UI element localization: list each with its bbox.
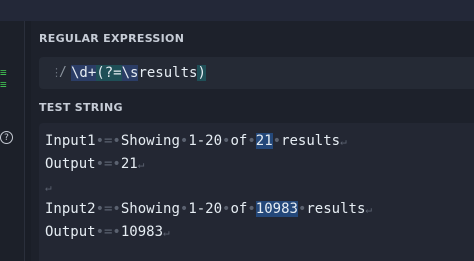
regex-token-digit: \d+ <box>71 65 97 81</box>
test-line: Output•=•10983↵ <box>45 224 170 240</box>
regex-token-lookahead-close: ) <box>197 65 206 81</box>
help-icon[interactable]: ? <box>0 131 13 144</box>
test-line: Output•=•21↵ <box>45 156 145 172</box>
test-line-empty: ↵ <box>45 181 52 194</box>
top-bar <box>0 0 474 21</box>
drag-handle-icon[interactable]: ⋮ <box>51 66 62 80</box>
test-line: Input2•=•Showing•1-20•of•10983•results↵ <box>45 201 373 217</box>
test-line: Input1•=•Showing•1-20•of•21•results↵ <box>45 133 347 149</box>
regex-section-label: REGULAR EXPRESSION <box>39 32 185 45</box>
regex-input[interactable]: ⋮ / \d+(?=\sresults) <box>39 57 474 89</box>
regex-token-lookahead: (?= <box>96 65 122 81</box>
regex-token-literal: results <box>138 65 198 81</box>
regex-expression[interactable]: \d+(?=\sresults) <box>71 63 206 83</box>
match-highlight: 10983 <box>255 201 298 217</box>
test-string-editor[interactable]: Input1•=•Showing•1-20•of•21•results↵ Out… <box>39 123 474 261</box>
status-indicator-icon: ≡ ≡ <box>0 66 7 91</box>
match-highlight: 21 <box>255 133 273 149</box>
regex-token-space: \s <box>121 65 139 81</box>
regex-delimiter: / <box>59 65 67 80</box>
test-section-label: TEST STRING <box>39 101 123 114</box>
